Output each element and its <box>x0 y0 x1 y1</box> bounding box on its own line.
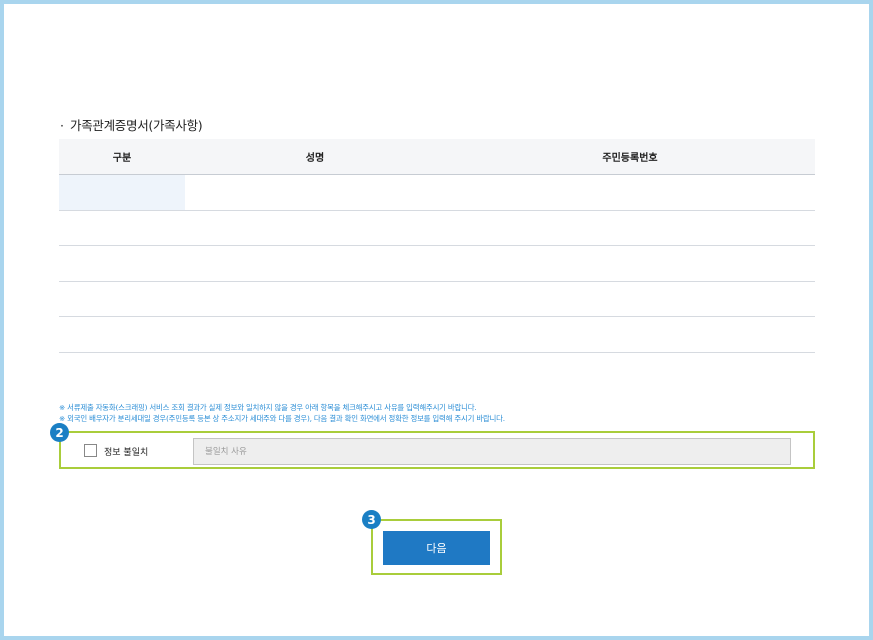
table-header: 구분 성명 주민등록번호 <box>59 139 815 175</box>
table-cell <box>59 211 185 246</box>
table-cell <box>59 175 185 210</box>
table-cell <box>185 246 445 281</box>
table-cell <box>445 246 815 281</box>
table-cell <box>185 211 445 246</box>
notice-line-2: ※ 외국인 배우자가 분리세대일 경우(주민등록 등본 상 주소지가 세대주와 … <box>59 414 505 423</box>
table-cell <box>185 175 445 210</box>
next-button[interactable]: 다음 <box>383 531 490 565</box>
header-name: 성명 <box>305 153 325 164</box>
table-cell <box>59 317 185 352</box>
table-row <box>59 282 815 317</box>
table-cell <box>445 317 815 352</box>
notice-line-1: ※ 서류제출 자동화(스크래핑) 서비스 조회 결과가 실제 정보와 일치하지 … <box>59 403 477 412</box>
table-row <box>59 246 815 282</box>
bullet: · <box>60 118 64 133</box>
table-cell <box>445 282 815 317</box>
table-cell <box>445 211 815 246</box>
header-resident-number: 주민등록번호 <box>602 153 658 164</box>
notice-text: ※ 서류제출 자동화(스크래핑) 서비스 조회 결과가 실제 정보와 일치하지 … <box>59 402 505 424</box>
header-category: 구분 <box>112 153 132 164</box>
table-cell <box>185 282 445 317</box>
step-3-badge: 3 <box>362 510 381 529</box>
family-table: 구분 성명 주민등록번호 <box>59 139 815 353</box>
table-row <box>59 211 815 246</box>
table-row <box>59 175 815 211</box>
table-cell <box>59 246 185 281</box>
table-cell <box>59 282 185 317</box>
step-2-badge: 2 <box>50 423 69 442</box>
mismatch-checkbox-label[interactable]: 정보 불일치 <box>104 445 148 458</box>
mismatch-reason-input[interactable] <box>193 438 791 465</box>
table-cell <box>185 317 445 352</box>
mismatch-checkbox[interactable] <box>84 444 97 457</box>
table-cell <box>445 175 815 210</box>
section-title: · 가족관계증명서(가족사항) <box>60 115 203 134</box>
table-row <box>59 317 815 353</box>
section-title-text: 가족관계증명서(가족사항) <box>70 118 203 133</box>
